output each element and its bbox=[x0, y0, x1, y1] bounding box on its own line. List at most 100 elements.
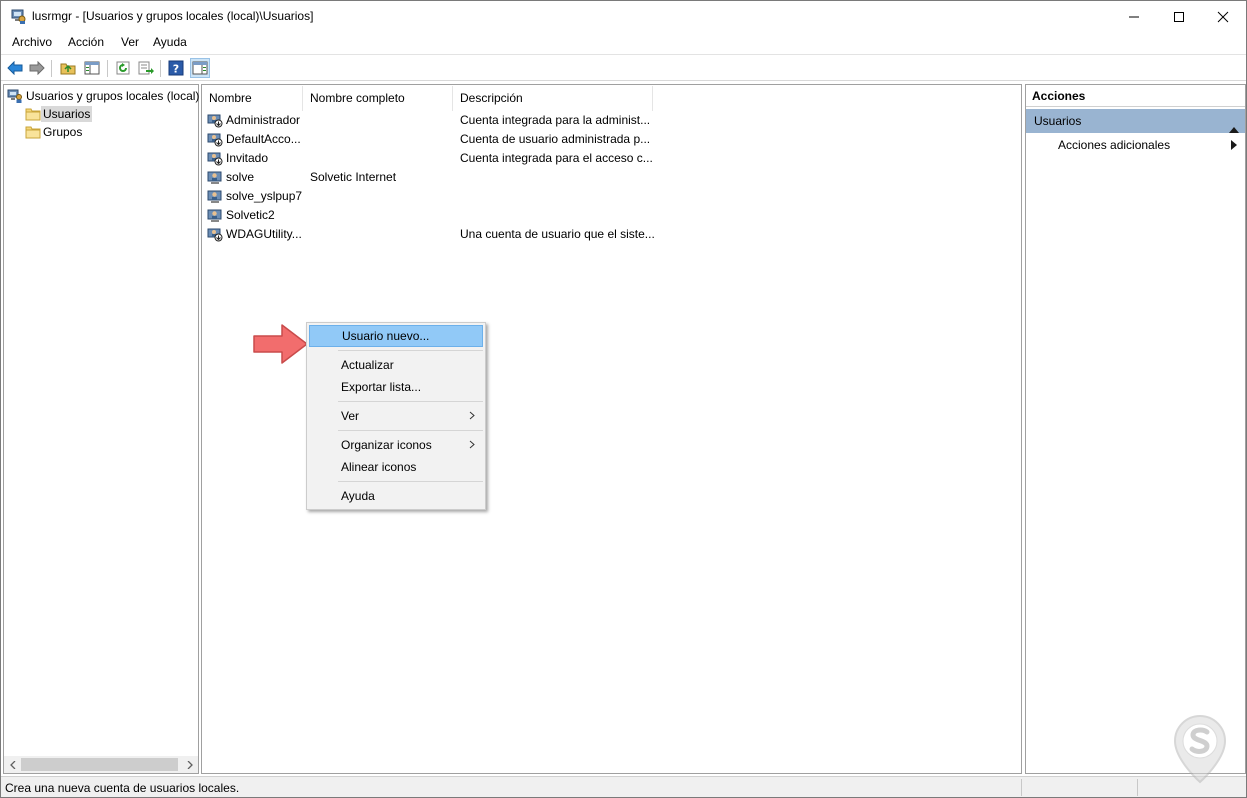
toolbar-separator bbox=[107, 60, 108, 77]
menu-accion[interactable]: Acción bbox=[68, 35, 104, 49]
user-full-name: Solvetic Internet bbox=[310, 170, 397, 184]
disabled-user-icon bbox=[207, 228, 223, 242]
minimize-icon bbox=[1129, 16, 1139, 17]
disabled-user-icon bbox=[207, 133, 223, 147]
solvetic-logo-watermark bbox=[1173, 715, 1227, 784]
lusrmgr-window: lusrmgr - [Usuarios y grupos locales (lo… bbox=[0, 0, 1247, 798]
svg-text:?: ? bbox=[173, 63, 179, 76]
show-hide-tree-button[interactable] bbox=[82, 58, 102, 78]
tree-root-usuarios-y-grupos[interactable]: Usuarios y grupos locales (local) bbox=[7, 87, 201, 104]
menu-item-label: Exportar lista... bbox=[341, 380, 422, 394]
show-hide-action-pane-icon bbox=[192, 61, 208, 75]
forward-icon bbox=[29, 61, 45, 75]
user-icon bbox=[207, 209, 222, 222]
menu-item-exportar-lista[interactable]: Exportar lista... bbox=[309, 376, 483, 398]
column-header-nombre-completo[interactable]: Nombre completo bbox=[303, 86, 453, 111]
menu-item-organizar-iconos[interactable]: Organizar iconos bbox=[309, 434, 483, 456]
menu-item-ayuda[interactable]: Ayuda bbox=[309, 485, 483, 507]
menu-item-usuario-nuevo[interactable]: Usuario nuevo... bbox=[309, 325, 483, 347]
column-header-descripcion[interactable]: Descripción bbox=[453, 86, 653, 111]
user-name: WDAGUtility... bbox=[226, 227, 302, 241]
tree-node-label: Grupos bbox=[43, 124, 83, 139]
menu-item-label: Usuario nuevo... bbox=[342, 329, 430, 343]
user-name: Invitado bbox=[226, 151, 269, 165]
export-list-button[interactable] bbox=[136, 58, 156, 78]
toolbar-separator bbox=[51, 60, 52, 77]
menu-ayuda[interactable]: Ayuda bbox=[153, 35, 187, 49]
help-button[interactable]: ? bbox=[166, 58, 186, 78]
minimize-button[interactable] bbox=[1111, 1, 1157, 32]
forward-button[interactable] bbox=[27, 58, 47, 78]
chevron-right-icon bbox=[187, 760, 193, 769]
menu-ver[interactable]: Ver bbox=[121, 35, 139, 49]
status-text: Crea una nueva cuenta de usuarios locale… bbox=[5, 781, 240, 795]
actions-group-label: Usuarios bbox=[1034, 114, 1082, 128]
actions-title: Acciones bbox=[1026, 85, 1245, 107]
column-header-nombre[interactable]: Nombre bbox=[202, 86, 303, 111]
menu-separator bbox=[338, 430, 483, 431]
menu-item-label: Alinear iconos bbox=[341, 460, 417, 474]
toolbar: ? bbox=[1, 54, 1246, 81]
menu-separator bbox=[338, 481, 483, 482]
close-icon bbox=[1217, 11, 1229, 22]
tree-root-label: Usuarios y grupos locales (local) bbox=[26, 88, 200, 103]
user-name: DefaultAcco... bbox=[226, 132, 301, 146]
tree-node-grupos[interactable]: Grupos bbox=[25, 123, 84, 140]
tree-horizontal-scrollbar[interactable] bbox=[4, 756, 198, 773]
menu-separator bbox=[338, 350, 483, 351]
close-button[interactable] bbox=[1200, 1, 1246, 32]
user-description: Cuenta integrada para la administ... bbox=[460, 113, 651, 127]
window-title: lusrmgr - [Usuarios y grupos locales (lo… bbox=[32, 9, 314, 23]
refresh-button[interactable] bbox=[113, 58, 133, 78]
up-folder-icon bbox=[60, 63, 76, 75]
menu-item-label: Ayuda bbox=[341, 489, 375, 503]
collapse-up-icon[interactable] bbox=[1229, 117, 1239, 141]
computer-management-icon bbox=[10, 8, 27, 25]
actions-pane: Acciones Usuarios Acciones adicionales bbox=[1025, 84, 1246, 774]
help-icon: ? bbox=[168, 60, 184, 76]
scroll-left-button[interactable] bbox=[4, 756, 21, 773]
user-description: Cuenta de usuario administrada p... bbox=[460, 132, 651, 146]
title-bar: lusrmgr - [Usuarios y grupos locales (lo… bbox=[1, 1, 1246, 32]
menu-item-label: Organizar iconos bbox=[341, 438, 432, 452]
menu-item-label: Actualizar bbox=[341, 358, 394, 372]
menu-item-actualizar[interactable]: Actualizar bbox=[309, 354, 483, 376]
submenu-arrow-icon bbox=[1231, 139, 1237, 153]
back-icon bbox=[7, 61, 23, 75]
show-hide-action-pane-button[interactable] bbox=[190, 58, 210, 78]
console-tree: Usuarios y grupos locales (local) Usuari… bbox=[3, 84, 199, 774]
up-folder-button[interactable] bbox=[58, 58, 78, 78]
actions-group-usuarios[interactable]: Usuarios bbox=[1026, 109, 1245, 133]
back-button[interactable] bbox=[5, 58, 25, 78]
user-name: Solvetic2 bbox=[226, 208, 275, 222]
chevron-right-icon bbox=[469, 434, 475, 456]
menu-item-ver[interactable]: Ver bbox=[309, 405, 483, 427]
maximize-icon bbox=[1174, 11, 1184, 22]
show-hide-tree-icon bbox=[84, 61, 100, 75]
disabled-user-icon bbox=[207, 152, 223, 166]
menu-archivo[interactable]: Archivo bbox=[12, 35, 52, 49]
menu-item-label: Ver bbox=[341, 409, 360, 423]
action-acciones-adicionales[interactable]: Acciones adicionales bbox=[1058, 137, 1170, 153]
menu-bar: Archivo Acción Ver Ayuda bbox=[1, 32, 1246, 53]
scroll-thumb[interactable] bbox=[21, 758, 178, 771]
folder-icon bbox=[25, 126, 41, 138]
user-name: solve_yslpup7 bbox=[226, 189, 303, 203]
menu-item-alinear-iconos[interactable]: Alinear iconos bbox=[309, 456, 483, 478]
chevron-right-icon bbox=[469, 405, 475, 427]
scroll-right-button[interactable] bbox=[181, 756, 198, 773]
folder-icon bbox=[25, 108, 41, 120]
user-description: Cuenta integrada para el acceso c... bbox=[460, 151, 653, 165]
user-name: Administrador bbox=[226, 113, 301, 127]
menu-separator bbox=[338, 401, 483, 402]
disabled-user-icon bbox=[207, 114, 223, 128]
chevron-left-icon bbox=[9, 760, 15, 769]
toolbar-separator bbox=[160, 60, 161, 77]
tree-node-usuarios[interactable]: Usuarios bbox=[25, 105, 93, 122]
user-name: solve bbox=[226, 170, 255, 184]
pointer-arrow-annotation bbox=[253, 324, 308, 364]
user-icon bbox=[207, 171, 222, 184]
maximize-button[interactable] bbox=[1156, 1, 1202, 32]
export-list-icon bbox=[138, 61, 154, 75]
context-menu: Usuario nuevo... Actualizar Exportar lis… bbox=[306, 322, 486, 510]
